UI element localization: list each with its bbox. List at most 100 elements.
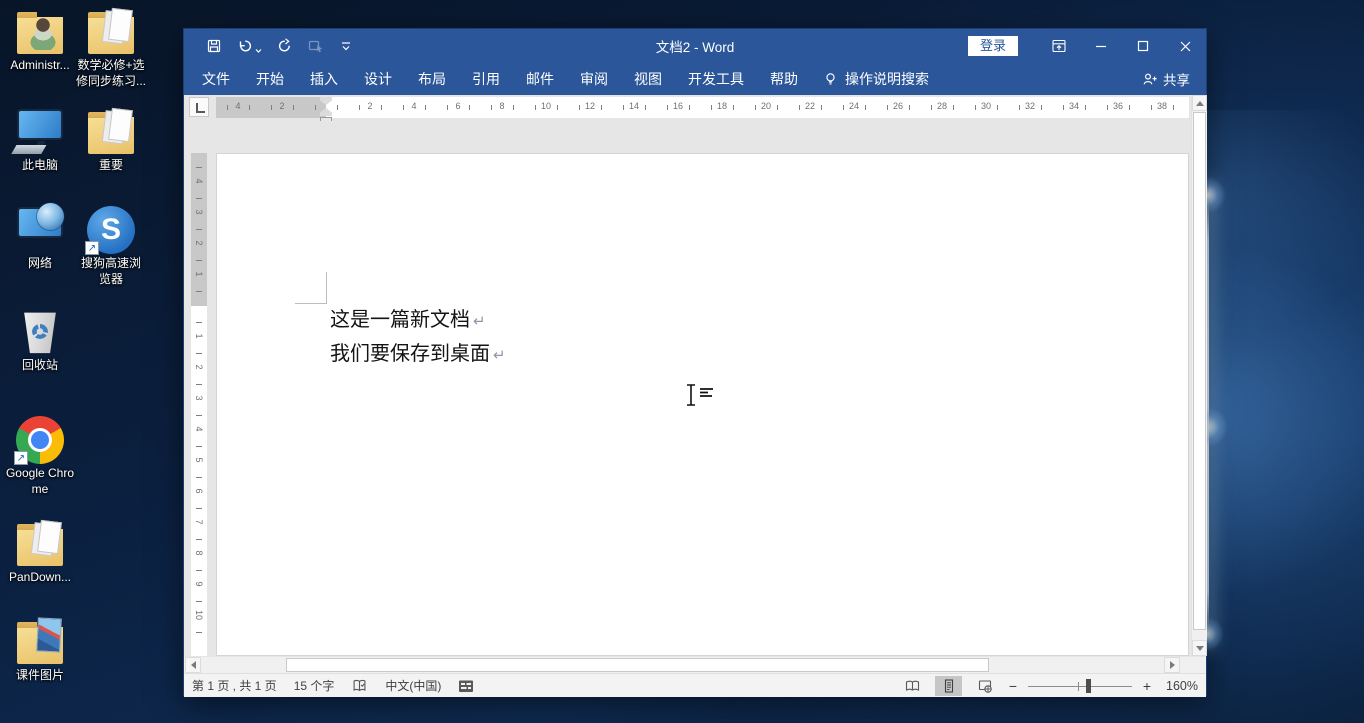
horizontal-scrollbar[interactable] (184, 656, 1206, 673)
vertical-scrollbar-thumb[interactable] (1193, 112, 1206, 630)
redo-icon[interactable] (277, 38, 293, 54)
desktop-icons: Administr... 数学必修+选修同步练习... 此电脑 重要 (0, 0, 183, 723)
desktop-icon[interactable]: 搜狗高速浏览器 (76, 206, 146, 287)
ribbon-tab[interactable]: 视图 (621, 63, 675, 95)
desktop-icon-label: 网络 (5, 256, 75, 272)
desktop-icon[interactable]: 课件图片 (5, 618, 75, 684)
desktop-icon[interactable]: 回收站 (5, 308, 75, 374)
read-mode-icon[interactable] (899, 676, 926, 696)
print-layout-icon[interactable] (935, 676, 962, 696)
ime-icon[interactable] (458, 678, 474, 694)
ruler-number: 12 (580, 101, 600, 111)
v-ruler[interactable]: 432112345678910 (191, 153, 207, 656)
scroll-down-icon[interactable] (1192, 640, 1207, 656)
ribbon-tab[interactable]: 插入 (297, 63, 351, 95)
ruler-tick (196, 384, 202, 385)
maximize-button[interactable] (1122, 29, 1164, 63)
vertical-scrollbar[interactable] (1191, 95, 1207, 656)
ruler-number: 10 (536, 101, 556, 111)
title-bar: 文档2 - Word 登录 (184, 29, 1206, 63)
zoom-out-button[interactable]: − (1007, 678, 1019, 694)
sign-in-button[interactable]: 登录 (968, 36, 1018, 56)
ruler-tick (196, 353, 202, 354)
desktop-icon[interactable]: 此电脑 (5, 108, 75, 174)
text-boundary-corner-mark (295, 272, 327, 304)
document-text[interactable]: 这是一篇新文档↵ 我们要保存到桌面↵ (330, 304, 506, 372)
ruler-number: 3 (194, 392, 204, 404)
desktop-icon-glyph (15, 520, 65, 568)
ruler-number: 10 (194, 609, 204, 621)
language-indicator[interactable]: 中文(中国) (385, 677, 441, 694)
quick-access-toolbar (206, 38, 352, 54)
ruler-tick (1129, 105, 1130, 110)
desktop: { "desktop": { "icons": [ {"label": "Adm… (0, 0, 1364, 723)
scroll-right-icon[interactable] (1164, 657, 1180, 673)
desktop-icon[interactable]: 网络 (5, 206, 75, 272)
ribbon-tab[interactable]: 开发工具 (675, 63, 757, 95)
ribbon-tab[interactable]: 引用 (459, 63, 513, 95)
zoom-in-button[interactable]: + (1141, 678, 1153, 694)
share-button[interactable]: 共享 (1142, 63, 1190, 95)
zoom-slider-thumb[interactable] (1086, 679, 1091, 693)
desktop-icon-glyph (87, 206, 135, 254)
ribbon-tab[interactable]: 设计 (351, 63, 405, 95)
ribbon-tab[interactable]: 布局 (405, 63, 459, 95)
ruler-number: 6 (194, 485, 204, 497)
desktop-icon[interactable]: Administr... (5, 8, 75, 74)
ruler-tick (196, 446, 202, 447)
scroll-up-icon[interactable] (1192, 95, 1207, 111)
ruler-tick (196, 322, 202, 323)
ruler-tick (821, 105, 822, 110)
document-line[interactable]: 这是一篇新文档↵ (330, 304, 506, 338)
save-icon[interactable] (206, 38, 222, 54)
zoom-level[interactable]: 160% (1162, 679, 1198, 693)
ruler-tick (196, 198, 202, 199)
ribbon-tab[interactable]: 帮助 (757, 63, 811, 95)
desktop-icon-glyph (15, 308, 65, 356)
ruler-number: 1 (194, 268, 204, 280)
scroll-left-icon[interactable] (185, 657, 201, 673)
desktop-icon[interactable]: PanDown... (5, 520, 75, 586)
desktop-icon-label: Administr... (5, 58, 75, 74)
page-indicator[interactable]: 第 1 页 , 共 1 页 (192, 677, 277, 694)
h-ruler[interactable]: 422468101214161820222426283032343638 (216, 97, 1189, 118)
close-button[interactable] (1164, 29, 1206, 63)
ribbon-display-options-icon[interactable] (1038, 29, 1080, 63)
ribbon-tab[interactable]: 邮件 (513, 63, 567, 95)
tab-stop-selector[interactable] (189, 97, 209, 117)
desktop-icon-glyph (15, 206, 65, 254)
titlebar-controls: 登录 (968, 29, 1206, 63)
ruler-number: 14 (624, 101, 644, 111)
ruler-tick (997, 105, 998, 110)
web-layout-icon[interactable] (971, 676, 998, 696)
ruler-tick (196, 167, 202, 168)
proofing-book-icon[interactable] (351, 678, 368, 694)
ruler-number: 24 (844, 101, 864, 111)
touch-mode-icon[interactable] (308, 38, 325, 54)
desktop-icon[interactable]: 数学必修+选修同步练习... (76, 8, 146, 89)
word-count[interactable]: 15 个字 (294, 677, 335, 694)
zoom-slider-detent (1078, 682, 1079, 691)
ruler-tick (953, 105, 954, 110)
ruler-number: 22 (800, 101, 820, 111)
ruler-tick (196, 291, 202, 292)
tell-me-search[interactable]: 操作说明搜索 (823, 69, 929, 89)
undo-icon[interactable] (237, 38, 262, 54)
desktop-icon[interactable]: 重要 (76, 108, 146, 174)
document-line[interactable]: 我们要保存到桌面↵ (330, 338, 506, 372)
shortcut-arrow-icon (14, 451, 28, 465)
ruler-number: 4 (404, 101, 424, 111)
ruler-number: 2 (194, 361, 204, 373)
ruler-number: 32 (1020, 101, 1040, 111)
ribbon-tab[interactable]: 审阅 (567, 63, 621, 95)
horizontal-scrollbar-thumb[interactable] (286, 658, 989, 672)
ribbon-tab[interactable]: 开始 (243, 63, 297, 95)
ibeam-cursor-icon (684, 383, 718, 409)
customize-qat-icon[interactable] (340, 41, 352, 52)
ruler-tick (196, 632, 202, 633)
ribbon-tab[interactable]: 文件 (189, 63, 243, 95)
minimize-button[interactable] (1080, 29, 1122, 63)
desktop-icon-label: 重要 (76, 158, 146, 174)
zoom-slider[interactable] (1028, 678, 1132, 694)
desktop-icon[interactable]: Google Chrome (5, 416, 75, 497)
